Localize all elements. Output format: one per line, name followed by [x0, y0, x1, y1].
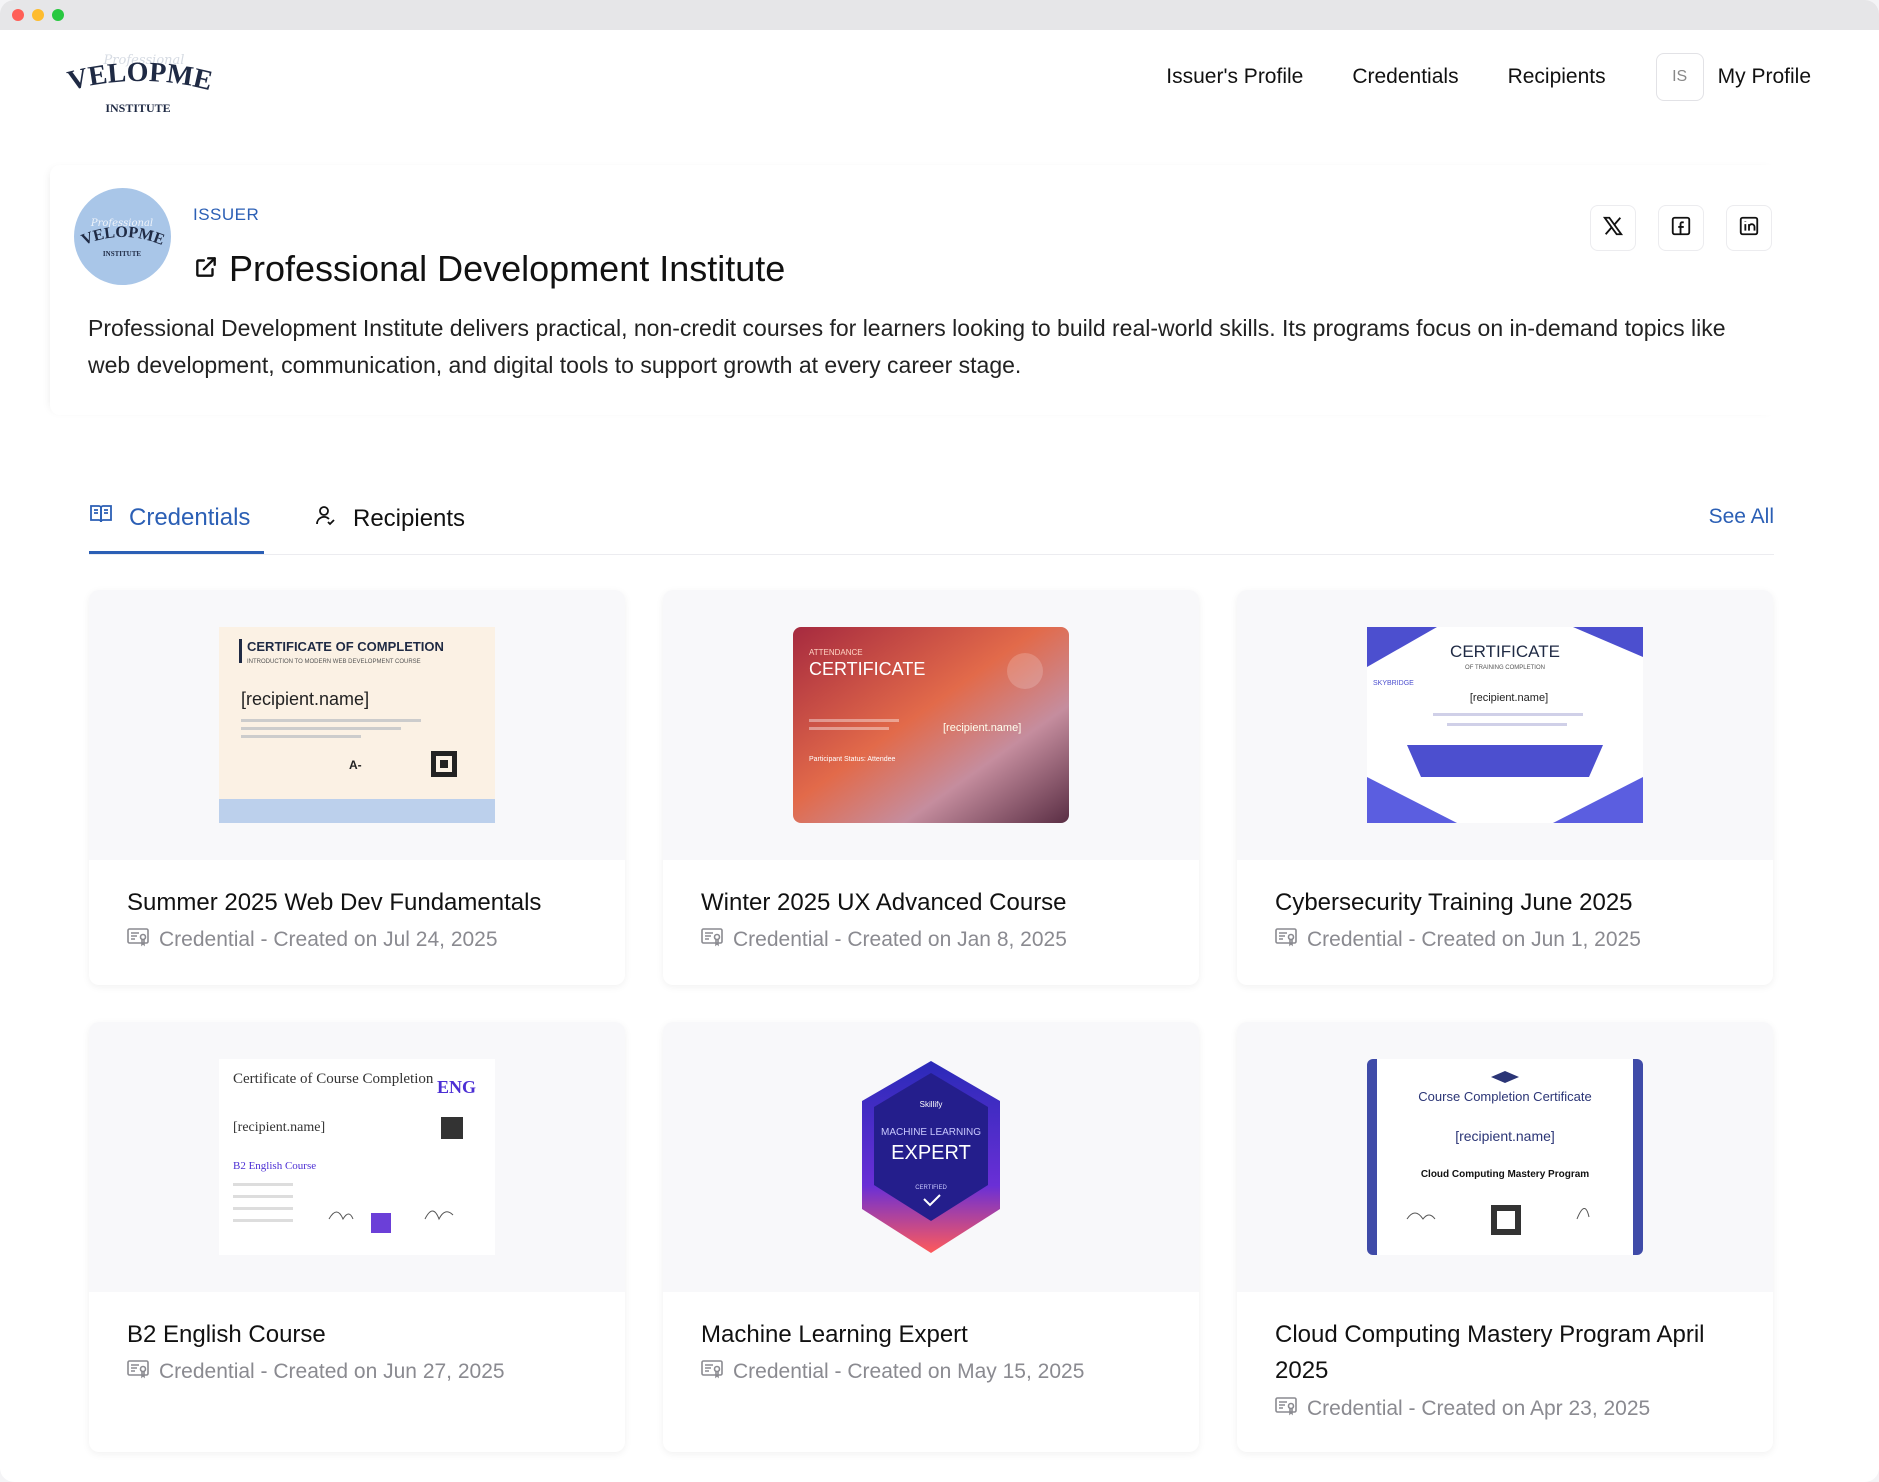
- tab-credentials-label: Credentials: [129, 503, 251, 531]
- content-tabs: Credentials Recipients See All: [89, 495, 1774, 555]
- credential-card[interactable]: Certificate of Course Completion ENG [re…: [89, 1022, 625, 1452]
- logo-subtext: INSTITUTE: [105, 101, 170, 115]
- certificate-icon: [127, 1359, 159, 1385]
- share-facebook-button[interactable]: [1658, 205, 1704, 251]
- svg-text:Participant Status: Attendee: Participant Status: Attendee: [809, 756, 895, 763]
- svg-text:Skillify: Skillify: [920, 1100, 943, 1109]
- credential-title: Winter 2025 UX Advanced Course: [701, 889, 1067, 916]
- credential-meta: Credential - Created on Jun 1, 2025: [1275, 927, 1641, 953]
- svg-text:B2 English Course: B2 English Course: [233, 1160, 316, 1172]
- issuer-name: Professional Development Institute: [229, 248, 786, 289]
- share-x-button[interactable]: [1590, 205, 1636, 251]
- tab-recipients-label: Recipients: [353, 504, 466, 532]
- credential-thumbnail: Course Completion Certificate [recipient…: [1237, 1022, 1773, 1292]
- credential-card[interactable]: CERTIFICATE OF COMPLETION INTRODUCTION T…: [89, 590, 625, 985]
- certificate-icon: [701, 1359, 733, 1385]
- issuer-description: Professional Development Institute deliv…: [88, 315, 1726, 378]
- credential-card[interactable]: Skillify MACHINE LEARNING EXPERT CERTIFI…: [663, 1022, 1199, 1452]
- credential-title: Cloud Computing Mastery Program April 20…: [1275, 1321, 1705, 1384]
- credential-meta: Credential - Created on Jun 27, 2025: [127, 1359, 505, 1385]
- svg-text:DEVELOPMENT: DEVELOPMENT: [58, 50, 215, 97]
- issuer-label: ISSUER: [193, 205, 260, 224]
- svg-text:EXPERT: EXPERT: [891, 1142, 971, 1164]
- certificate-icon: [127, 927, 159, 953]
- credential-title: Cybersecurity Training June 2025: [1275, 889, 1633, 916]
- active-tab-indicator: [89, 551, 264, 554]
- credential-meta: Credential - Created on Jan 8, 2025: [701, 927, 1067, 953]
- credential-card[interactable]: CERTIFICATE OF TRAINING COMPLETION SKYBR…: [1237, 590, 1773, 985]
- site-logo[interactable]: Professional DEVELOPMENT INSTITUTE: [48, 26, 222, 120]
- svg-text:INTRODUCTION TO MODERN WEB DEV: INTRODUCTION TO MODERN WEB DEVELOPMENT C…: [247, 659, 421, 665]
- share-linkedin-button[interactable]: [1726, 205, 1772, 251]
- svg-text:[recipient.name]: [recipient.name]: [943, 722, 1021, 734]
- svg-text:CERTIFICATE: CERTIFICATE: [809, 659, 925, 679]
- x-icon: [1602, 215, 1624, 242]
- tab-recipients[interactable]: Recipients: [313, 503, 465, 534]
- issuer-name-row: Professional Development Institute: [193, 248, 785, 290]
- svg-text:MACHINE LEARNING: MACHINE LEARNING: [881, 1127, 981, 1138]
- credential-title: Summer 2025 Web Dev Fundamentals: [127, 889, 542, 916]
- maximize-window-button[interactable]: [52, 9, 64, 21]
- facebook-icon: [1670, 215, 1692, 242]
- credential-meta: Credential - Created on Apr 23, 2025: [1275, 1396, 1650, 1422]
- credential-thumbnail: CERTIFICATE OF COMPLETION INTRODUCTION T…: [89, 590, 625, 860]
- top-navigation: Professional DEVELOPMENT INSTITUTE Issue…: [0, 26, 1879, 122]
- svg-text:INSTITUTE: INSTITUTE: [103, 250, 141, 258]
- credentials-book-icon: [89, 503, 113, 532]
- credential-thumbnail: ATTENDANCE CERTIFICATE [recipient.name] …: [663, 590, 1199, 860]
- svg-text:[recipient.name]: [recipient.name]: [1470, 692, 1548, 704]
- svg-text:ENG: ENG: [437, 1077, 476, 1097]
- certificate-icon: [1275, 1396, 1307, 1422]
- nav-links: Issuer's Profile Credentials Recipients …: [1166, 52, 1811, 102]
- credential-title: B2 English Course: [127, 1321, 326, 1348]
- external-link-icon[interactable]: [193, 254, 219, 285]
- recipients-user-icon: [313, 503, 337, 534]
- svg-text:OF TRAINING COMPLETION: OF TRAINING COMPLETION: [1465, 665, 1545, 671]
- certificate-icon: [1275, 927, 1307, 953]
- nav-credentials[interactable]: Credentials: [1352, 65, 1458, 89]
- nav-recipients[interactable]: Recipients: [1508, 65, 1606, 89]
- credential-meta: Credential - Created on Jul 24, 2025: [127, 927, 498, 953]
- user-avatar[interactable]: IS: [1655, 53, 1704, 101]
- credential-meta: Credential - Created on May 15, 2025: [701, 1359, 1084, 1385]
- browser-window: Professional DEVELOPMENT INSTITUTE Issue…: [0, 0, 1879, 1482]
- credential-card[interactable]: ATTENDANCE CERTIFICATE [recipient.name] …: [663, 590, 1199, 985]
- credential-card[interactable]: Course Completion Certificate [recipient…: [1237, 1022, 1773, 1452]
- credential-title: Machine Learning Expert: [701, 1321, 968, 1348]
- svg-text:[recipient.name]: [recipient.name]: [241, 689, 369, 709]
- credential-thumbnail: CERTIFICATE OF TRAINING COMPLETION SKYBR…: [1237, 590, 1773, 860]
- close-window-button[interactable]: [12, 9, 24, 21]
- svg-text:ATTENDANCE: ATTENDANCE: [809, 648, 863, 657]
- svg-text:Course Completion Certificate: Course Completion Certificate: [1418, 1089, 1591, 1104]
- svg-text:[recipient.name]: [recipient.name]: [1455, 1128, 1555, 1144]
- credential-thumbnail: Certificate of Course Completion ENG [re…: [89, 1022, 625, 1292]
- minimize-window-button[interactable]: [32, 9, 44, 21]
- logo-text: DEVELOPMENT: [48, 26, 216, 97]
- svg-text:CERTIFIED: CERTIFIED: [915, 1185, 947, 1191]
- credential-thumbnail: Skillify MACHINE LEARNING EXPERT CERTIFI…: [663, 1022, 1199, 1292]
- svg-text:A-: A-: [349, 758, 362, 772]
- issuer-avatar: Professional DEVELOPMENT INSTITUTE: [74, 188, 171, 285]
- nav-issuers-profile[interactable]: Issuer's Profile: [1166, 65, 1303, 89]
- see-all-link[interactable]: See All: [1709, 505, 1774, 529]
- svg-text:Certificate of Course Completi: Certificate of Course Completion: [233, 1071, 434, 1087]
- nav-my-profile[interactable]: My Profile: [1718, 65, 1811, 89]
- issuer-card: Professional DEVELOPMENT INSTITUTE ISSUE…: [50, 165, 1780, 415]
- tab-credentials[interactable]: Credentials: [89, 503, 250, 532]
- linkedin-icon: [1738, 215, 1760, 242]
- svg-text:Cloud Computing Mastery Progra: Cloud Computing Mastery Program: [1421, 1169, 1589, 1180]
- title-bar: [0, 0, 1879, 30]
- svg-text:[recipient.name]: [recipient.name]: [233, 1120, 325, 1135]
- certificate-icon: [701, 927, 733, 953]
- svg-text:SKYBRIDGE: SKYBRIDGE: [1373, 680, 1414, 687]
- svg-text:CERTIFICATE OF COMPLETION: CERTIFICATE OF COMPLETION: [247, 639, 444, 654]
- svg-text:CERTIFICATE: CERTIFICATE: [1450, 642, 1560, 661]
